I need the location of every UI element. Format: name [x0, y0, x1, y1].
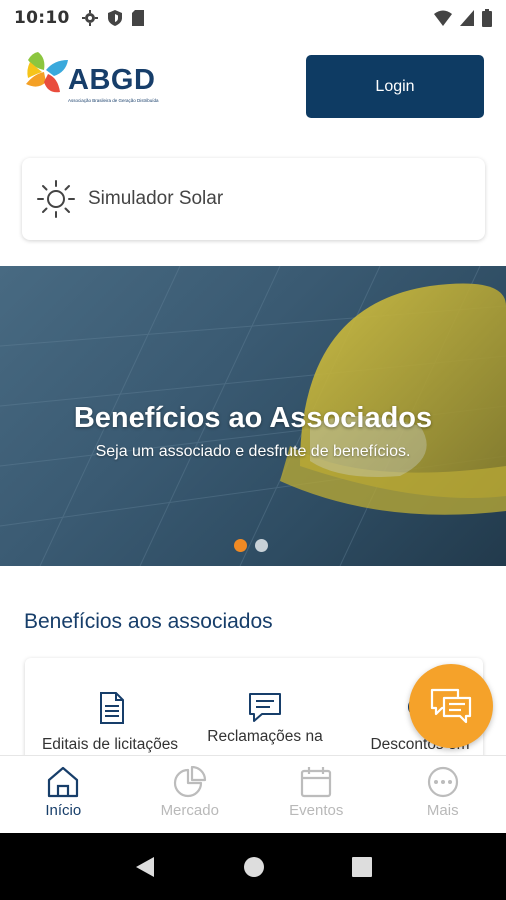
- status-icons-right: [434, 9, 492, 27]
- abgd-logo: ABGD Associação Brasileira de Geração Di…: [24, 50, 164, 110]
- wifi-icon: [434, 10, 452, 26]
- signal-icon: [460, 10, 474, 26]
- back-icon[interactable]: [134, 855, 156, 879]
- logo-text: ABGD: [68, 64, 156, 96]
- app-header: ABGD Associação Brasileira de Geração Di…: [0, 36, 506, 146]
- battery-icon: [482, 9, 492, 27]
- bottom-navigation: Início Mercado Eventos Mais: [0, 755, 506, 833]
- nav-item-inicio[interactable]: Início: [0, 756, 127, 833]
- banner-title: Benefícios ao Associados: [73, 402, 433, 434]
- solar-simulator-card[interactable]: Simulador Solar: [22, 158, 485, 240]
- settings-icon: [81, 10, 98, 26]
- chat-fab-button[interactable]: [409, 664, 493, 748]
- benefit-label: Editais de licitações: [41, 736, 179, 753]
- status-time: 10:10: [14, 8, 70, 28]
- section-title: Benefícios aos associados: [24, 610, 273, 633]
- logo-subtitle: Associação Brasileira de Geração Distrib…: [68, 98, 159, 103]
- status-bar: 10:10: [0, 0, 506, 36]
- chat-icon: [249, 693, 281, 722]
- solar-simulator-label: Simulador Solar: [88, 188, 224, 209]
- home-circle-icon[interactable]: [243, 856, 265, 878]
- system-navigation-bar: [0, 833, 506, 900]
- banner-subtitle: Seja um associado e desfrute de benefíci…: [95, 443, 411, 460]
- nav-item-mercado[interactable]: Mercado: [127, 756, 254, 833]
- pie-chart-icon: [173, 766, 206, 798]
- nav-item-mais[interactable]: Mais: [380, 756, 506, 833]
- nav-label-eventos: Eventos: [289, 802, 344, 819]
- login-button[interactable]: Login: [306, 55, 484, 118]
- status-icons-left: [81, 10, 144, 26]
- carousel-dot-active[interactable]: [234, 539, 247, 552]
- carousel-dot[interactable]: [255, 539, 268, 552]
- benefit-label: Reclamações na: [207, 728, 323, 745]
- recents-icon[interactable]: [352, 856, 373, 877]
- benefit-item[interactable]: Editais de licitações: [25, 658, 195, 768]
- promo-banner[interactable]: Benefícios ao Associados Seja um associa…: [0, 266, 506, 566]
- shield-icon: [107, 10, 122, 26]
- nav-label-mercado: Mercado: [160, 802, 219, 819]
- nav-label-mais: Mais: [426, 802, 459, 819]
- chat-bubbles-icon: [430, 688, 472, 724]
- logo-mark-icon: [26, 52, 68, 93]
- more-icon: [427, 766, 458, 798]
- nav-item-eventos[interactable]: Eventos: [253, 756, 380, 833]
- nav-label-inicio: Início: [45, 802, 82, 819]
- sun-icon: [37, 180, 75, 218]
- home-icon: [48, 766, 79, 798]
- document-icon: [100, 692, 124, 724]
- sim-card-icon: [131, 10, 144, 26]
- carousel-dots: [234, 539, 268, 552]
- calendar-icon: [301, 767, 332, 798]
- benefit-item[interactable]: Reclamações na: [180, 658, 350, 768]
